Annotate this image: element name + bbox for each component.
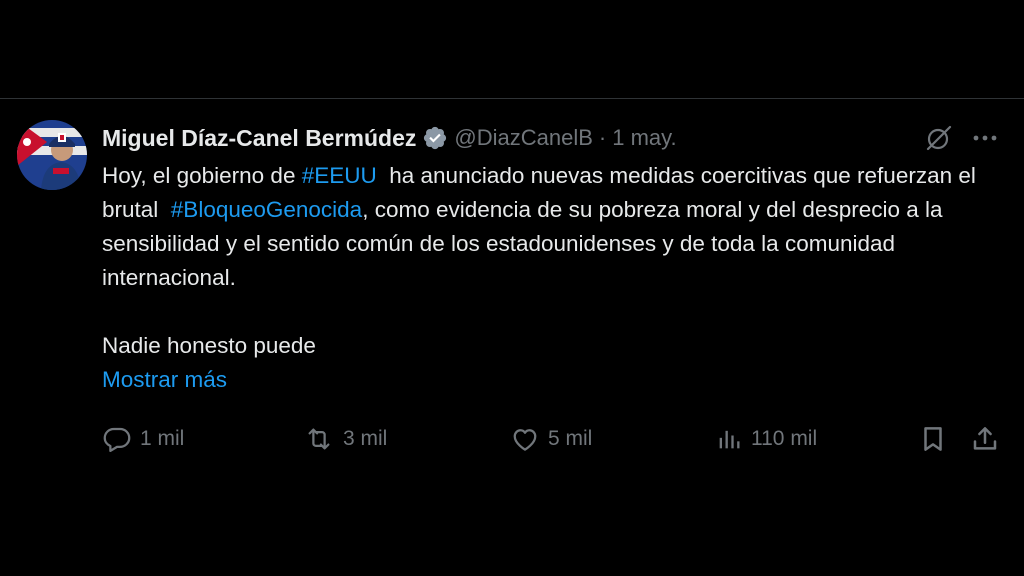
- text-segment: Hoy, el gobierno de: [102, 163, 302, 188]
- share-icon: [973, 427, 997, 450]
- show-more-link[interactable]: Mostrar más: [102, 363, 227, 397]
- separator-dot: ·: [598, 125, 607, 150]
- tweet-paragraph-2: Nadie honesto puede: [102, 333, 316, 358]
- avatar[interactable]: [17, 120, 87, 190]
- hashtag-eeuu[interactable]: #EEUU: [302, 163, 377, 188]
- tweet[interactable]: Miguel Díaz-Canel Bermúdez @DiazCanelB ·…: [0, 99, 1024, 479]
- repost-count: 3 mil: [343, 427, 388, 450]
- more-icon[interactable]: [970, 123, 1000, 153]
- like-icon: [513, 429, 537, 451]
- tweet-date[interactable]: 1 may.: [612, 125, 676, 151]
- like-count: 5 mil: [548, 427, 593, 450]
- tweet-body: Hoy, el gobierno de #EEUU ha anunciado n…: [102, 159, 1002, 397]
- tweet-header: Miguel Díaz-Canel Bermúdez @DiazCanelB ·…: [102, 121, 677, 155]
- hashtag-bloqueogenocida[interactable]: #BloqueoGenocida: [171, 197, 362, 222]
- bookmark-icon: [924, 427, 942, 451]
- reply-button[interactable]: 1 mil: [102, 423, 184, 455]
- repost-button[interactable]: 3 mil: [303, 423, 387, 455]
- views-icon: [719, 430, 740, 449]
- like-button[interactable]: 5 mil: [510, 423, 592, 455]
- reply-icon: [103, 427, 131, 452]
- repost-icon: [308, 428, 330, 450]
- reply-count: 1 mil: [140, 427, 185, 450]
- views-count: 110 mil: [751, 427, 818, 450]
- author-handle[interactable]: @DiazCanelB: [454, 125, 593, 151]
- avatar-image: [17, 120, 87, 190]
- share-button[interactable]: [970, 423, 1000, 455]
- tweet-paragraph-1: Hoy, el gobierno de #EEUU ha anunciado n…: [102, 159, 1002, 295]
- author-name[interactable]: Miguel Díaz-Canel Bermúdez: [102, 125, 416, 152]
- bookmark-button[interactable]: [918, 423, 948, 455]
- views-button[interactable]: 110 mil: [715, 423, 817, 455]
- page: Miguel Díaz-Canel Bermúdez @DiazCanelB ·…: [0, 0, 1024, 576]
- action-bar: 1 mil 3 mil 5 mil 110 mil: [0, 419, 1024, 459]
- grok-icon[interactable]: [924, 123, 954, 153]
- verified-badge-icon: [422, 125, 448, 151]
